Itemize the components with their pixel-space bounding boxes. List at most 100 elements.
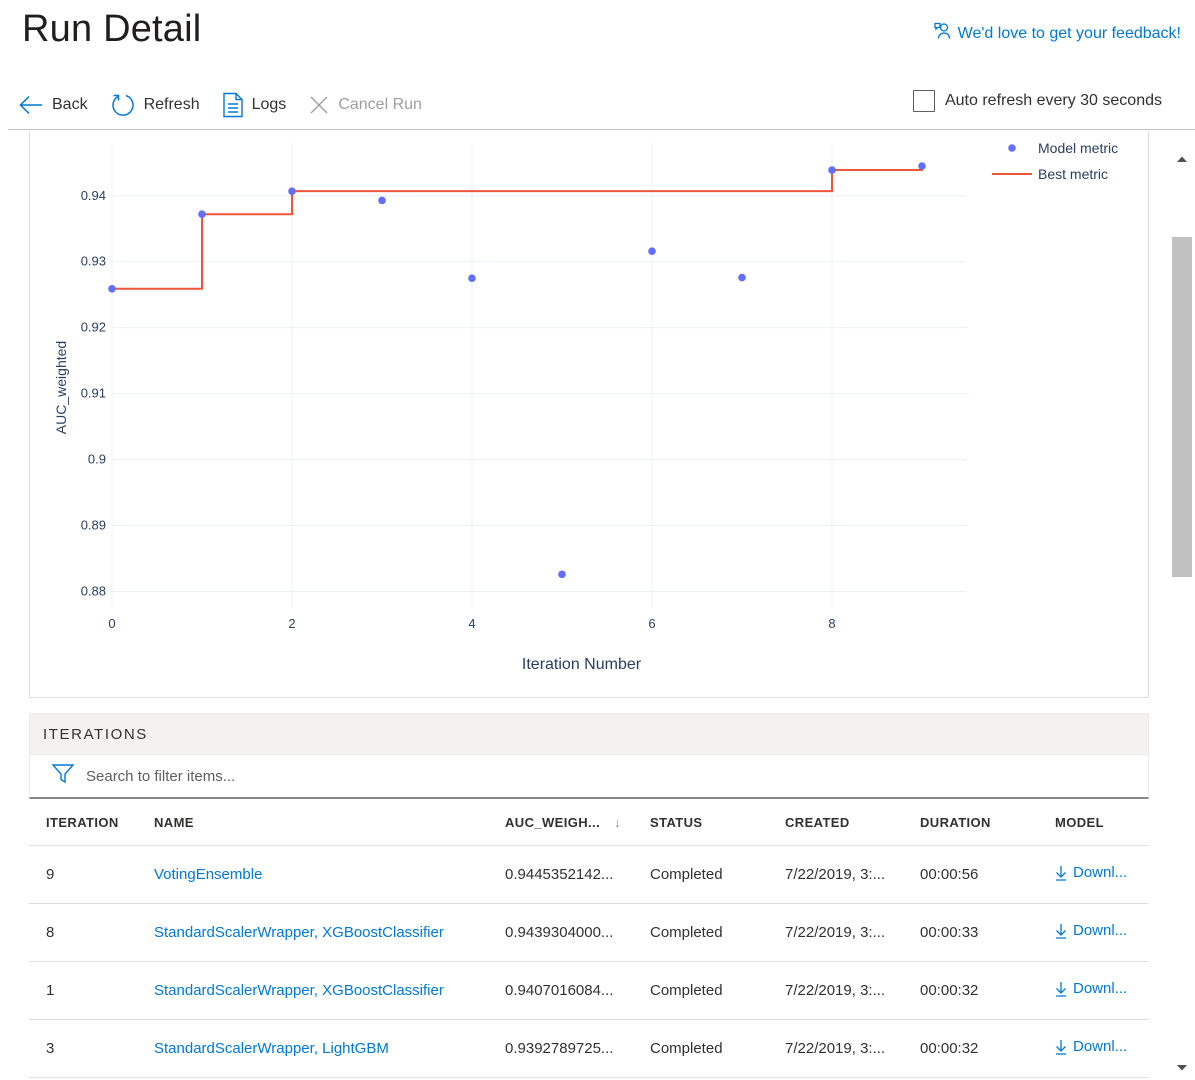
cell-created: 7/22/2019, 3:... [785, 924, 886, 941]
download-icon [1056, 923, 1066, 939]
run-name-link[interactable]: VotingEnsemble [154, 866, 262, 883]
cell-created: 7/22/2019, 3:... [785, 866, 886, 883]
y-tick-label: 0.93 [81, 254, 106, 269]
y-tick-label: 0.94 [81, 188, 106, 203]
x-tick-label: 2 [288, 616, 295, 631]
feedback-icon [934, 22, 952, 45]
model-metric-point [648, 247, 656, 255]
cell-status: Completed [650, 924, 723, 941]
refresh-button[interactable]: Refresh [100, 85, 212, 125]
cell-status: Completed [650, 866, 723, 883]
legend-model-metric-label: Model metric [1038, 140, 1118, 156]
cell-iteration: 8 [46, 924, 55, 941]
filter-search-input[interactable] [84, 766, 484, 786]
download-label: Downl... [1073, 1038, 1128, 1056]
table-row[interactable]: 1 StandardScalerWrapper, XGBoostClassifie… [29, 962, 1149, 1020]
col-auc-weighted[interactable]: AUC_WEIGH... ↓ [505, 815, 650, 830]
back-arrow-icon [18, 94, 44, 116]
table-header: ITERATION NAME AUC_WEIGH... ↓ STATUS CREA… [29, 799, 1149, 846]
auto-refresh-checkbox[interactable] [912, 90, 935, 112]
run-name-link[interactable]: StandardScalerWrapper, LightGBM [154, 1040, 389, 1057]
download-label: Downl... [1073, 980, 1128, 998]
col-name[interactable]: NAME [154, 815, 505, 830]
download-label: Downl... [1073, 922, 1128, 940]
auto-refresh-label: Auto refresh every 30 seconds [944, 92, 1162, 109]
cell-iteration: 9 [46, 866, 55, 883]
back-label: Back [52, 95, 88, 113]
cell-auc: 0.9439304000... [505, 924, 614, 941]
model-metric-point [288, 187, 296, 195]
y-tick-label: 0.92 [81, 320, 106, 335]
cell-created: 7/22/2019, 3:... [785, 1040, 886, 1057]
y-tick-label: 0.91 [81, 386, 106, 401]
cell-iteration: 1 [46, 982, 55, 999]
download-icon [1056, 1039, 1066, 1055]
table-body: 9 VotingEnsemble 0.9445352142... Completed 7… [29, 846, 1149, 1078]
model-metric-point [558, 570, 566, 579]
col-duration[interactable]: DURATION [920, 815, 1055, 830]
x-tick-label: 6 [648, 616, 655, 631]
y-tick-label: 0.88 [81, 584, 106, 599]
logs-button[interactable]: Logs [212, 85, 299, 125]
page-title: Run Detail [22, 8, 202, 50]
run-name-link[interactable]: StandardScalerWrapper, XGBoostClassifier [154, 982, 444, 999]
table-row[interactable]: 3 StandardScalerWrapper, LightGBM 0.939278… [29, 1020, 1149, 1078]
best-metric-line [112, 166, 923, 290]
cell-duration: 00:00:32 [920, 982, 979, 999]
sort-down-icon: ↓ [614, 814, 621, 830]
model-metric-point [198, 210, 206, 219]
cell-created: 7/22/2019, 3:... [785, 982, 886, 999]
metric-chart-card: 0 2 4 6 8 0.88 0.89 0.9 0.91 0.92 0.93 0.94 Iteratio… [29, 131, 1149, 698]
download-icon [1056, 865, 1066, 881]
table-row[interactable]: 9 VotingEnsemble 0.9445352142... Completed 7… [29, 846, 1149, 904]
x-tick-label: 4 [468, 616, 475, 631]
download-model-link[interactable]: Downl... [1055, 1038, 1127, 1055]
col-model[interactable]: MODEL [1055, 815, 1149, 830]
close-icon [308, 94, 330, 116]
document-icon [222, 92, 244, 118]
feedback-link[interactable]: We'd love to get your feedback! [934, 22, 1181, 45]
x-tick-label: 8 [828, 616, 835, 631]
col-status[interactable]: STATUS [650, 815, 785, 830]
cell-auc: 0.9392789725... [505, 1040, 614, 1057]
col-iteration[interactable]: ITERATION [29, 815, 154, 830]
download-label: Downl... [1073, 864, 1128, 882]
logs-label: Logs [251, 95, 287, 113]
cancel-run-button[interactable]: Cancel Run [298, 85, 434, 125]
cancel-run-label: Cancel Run [338, 95, 422, 113]
cell-duration: 00:00:56 [920, 866, 979, 883]
download-model-link[interactable]: Downl... [1055, 922, 1127, 939]
filter-row [29, 755, 1149, 799]
cell-auc: 0.9407016084... [505, 982, 614, 999]
table-row[interactable]: 8 StandardScalerWrapper, XGBoostClassifie… [29, 904, 1149, 962]
scroll-up-arrow-icon[interactable] [1169, 147, 1195, 171]
y-tick-label: 0.9 [88, 452, 106, 467]
run-name-link[interactable]: StandardScalerWrapper, XGBoostClassifier [154, 924, 444, 941]
back-button[interactable]: Back [8, 85, 100, 125]
model-metric-point [378, 196, 386, 205]
download-icon [1056, 981, 1066, 997]
model-metric-point [738, 273, 746, 282]
x-axis-title: Iteration Number [522, 656, 642, 673]
cell-iteration: 3 [46, 1040, 55, 1057]
refresh-icon [110, 92, 136, 118]
legend-model-metric-marker [1008, 144, 1016, 152]
col-created[interactable]: CREATED [785, 815, 920, 830]
download-model-link[interactable]: Downl... [1055, 864, 1127, 881]
command-bar: Back Refresh Logs Cancel Run Auto refres… [8, 80, 1195, 130]
x-tick-label: 0 [108, 616, 115, 631]
model-metric-point [108, 284, 116, 293]
feedback-label: We'd love to get your feedback! [957, 24, 1181, 42]
cell-status: Completed [650, 1040, 723, 1057]
scrollbar-thumb[interactable] [1172, 237, 1192, 577]
cell-status: Completed [650, 982, 723, 999]
vertical-scrollbar[interactable] [1169, 143, 1195, 1080]
scroll-down-arrow-icon[interactable] [1169, 1056, 1195, 1080]
auto-refresh-toggle[interactable]: Auto refresh every 30 seconds [912, 90, 1162, 112]
cell-auc: 0.9445352142... [505, 866, 614, 883]
download-model-link[interactable]: Downl... [1055, 980, 1127, 997]
col-auc-label: AUC_WEIGH... [505, 814, 601, 830]
model-metric-point [468, 274, 476, 283]
filter-icon [51, 763, 75, 789]
cell-duration: 00:00:33 [920, 924, 979, 941]
